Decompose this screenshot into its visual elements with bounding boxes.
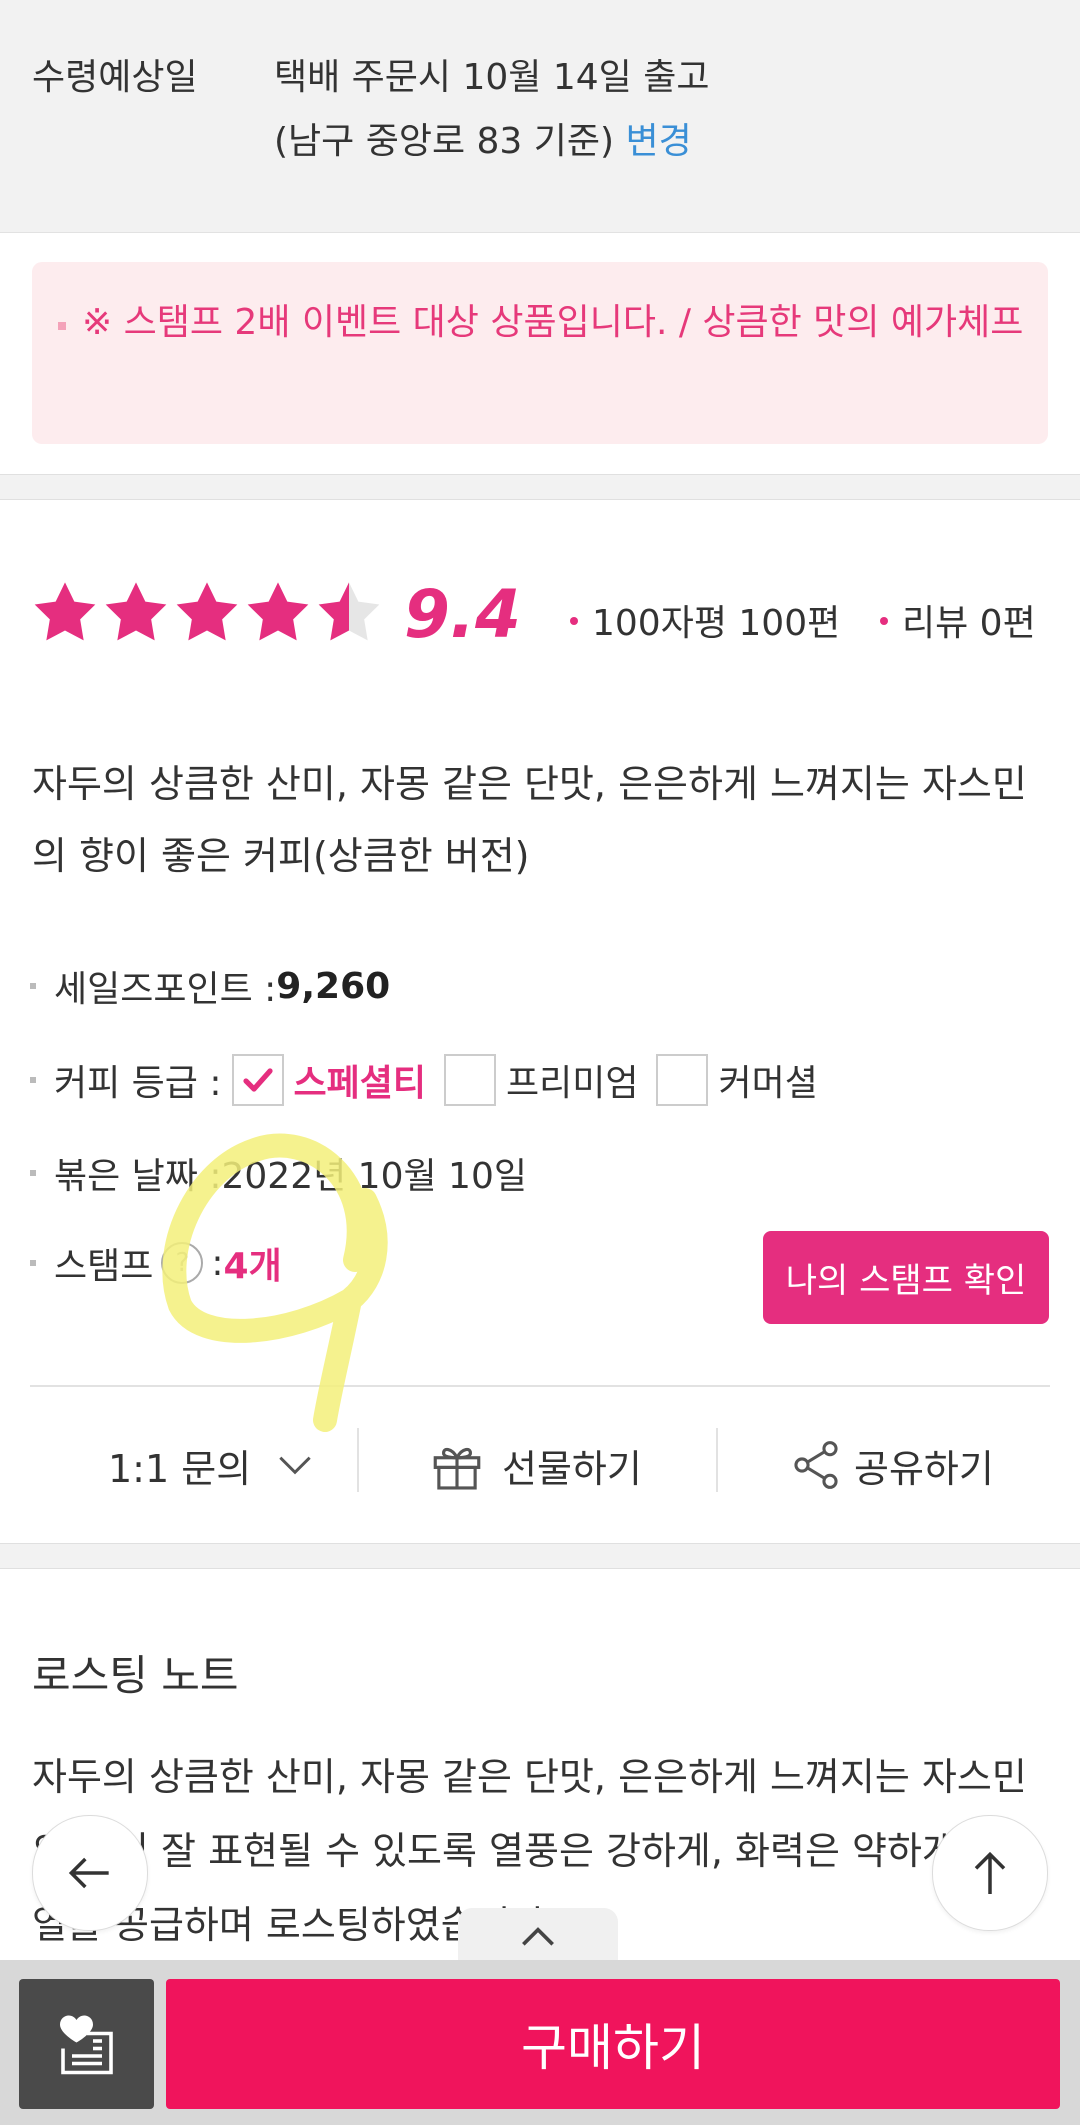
arrow-left-icon (68, 1857, 109, 1889)
share-label: 공유하기 (854, 1446, 994, 1491)
back-button[interactable] (32, 1815, 148, 1931)
bullet (30, 1077, 36, 1083)
roasting-note-title: 로스팅 노트 (32, 1651, 239, 1700)
stamp-value: 4개 (223, 1246, 282, 1287)
roast-date-label: 볶은 날짜 : (54, 1156, 222, 1197)
inquiry-label: 1:1 문의 (108, 1446, 252, 1491)
section-separator (0, 474, 1080, 500)
coffee-grade-row: 커피 등급 : 스페셜티 프리미엄 커머셜 (30, 1050, 818, 1110)
check-icon (242, 1068, 273, 1092)
star-icon (247, 582, 309, 641)
review-label: 리뷰 0편 (902, 603, 1036, 644)
bullet (58, 322, 66, 330)
buy-button[interactable]: 구매하기 (166, 1979, 1060, 2109)
share-button[interactable]: 공유하기 (788, 1420, 994, 1510)
star-icon (105, 582, 167, 641)
change-address-link[interactable]: 변경 (626, 121, 692, 162)
grade-specialty-label: 스페셜티 (293, 1063, 426, 1104)
share-icon (794, 1441, 838, 1489)
action-separator (357, 1428, 359, 1492)
bullet (30, 1260, 36, 1266)
event-notice: ※ 스탬프 2배 이벤트 대상 상품입니다. / 상큼한 맛의 예가체프 (32, 262, 1048, 444)
rating-stars (30, 578, 385, 652)
star-icon (34, 582, 96, 641)
action-bar: 1:1 문의 선물하기 공유하기 (0, 1420, 1080, 1510)
delivery-date: 택배 주문시 10월 14일 출고 (274, 57, 710, 98)
delivery-address-line: (남구 중앙로 83 기준) 변경 (274, 112, 692, 164)
delivery-section: 수령예상일 택배 주문시 10월 14일 출고 (남구 중앙로 83 기준) 변… (0, 0, 1080, 233)
action-separator (716, 1428, 718, 1492)
my-stamp-button[interactable]: 나의 스탬프 확인 (763, 1231, 1049, 1324)
wishlist-button[interactable] (19, 1979, 154, 2109)
expand-handle[interactable] (458, 1908, 618, 1966)
bullet (880, 617, 888, 625)
delivery-address: (남구 중앙로 83 기준) (274, 121, 615, 162)
bullet (30, 1170, 36, 1176)
roast-date-row: 볶은 날짜 : 2022년 10월 10일 (30, 1143, 527, 1203)
scroll-top-button[interactable] (932, 1815, 1048, 1931)
help-icon[interactable]: ? (161, 1242, 204, 1284)
section-separator (0, 1543, 1080, 1569)
coffee-grade-label: 커피 등급 : (54, 1063, 222, 1104)
sales-points-value: 9,260 (276, 965, 391, 1007)
sales-points-row: 세일즈포인트 : 9,260 (30, 956, 390, 1016)
star-half-icon (318, 582, 380, 641)
event-notice-text: ※ 스탬프 2배 이벤트 대상 상품입니다. / 상큼한 맛의 예가체프 (82, 302, 1024, 343)
stamp-label: 스탬프 (54, 1246, 154, 1287)
rating-score: 9.4 (404, 576, 521, 653)
premium-checkbox (443, 1054, 496, 1106)
star-icon (176, 582, 238, 641)
short-review-count[interactable]: 100자평 100편 (570, 594, 840, 646)
grade-premium-label: 프리미엄 (505, 1063, 639, 1104)
roast-date-value: 2022년 10월 10일 (221, 1156, 527, 1197)
commercial-checkbox (656, 1054, 709, 1106)
product-description: 자두의 상큼한 산미, 자몽 같은 단맛, 은은하게 느껴지는 자스민의 향이 … (32, 762, 1027, 878)
bullet (570, 617, 578, 625)
bullet (30, 983, 36, 989)
gift-label: 선물하기 (502, 1446, 642, 1491)
specialty-checkbox (231, 1054, 284, 1106)
chevron-up-icon (522, 1927, 554, 1946)
sales-points-label: 세일즈포인트 : (54, 969, 277, 1010)
chevron-down-icon (279, 1456, 311, 1475)
grade-commercial-label: 커머셜 (718, 1063, 818, 1104)
wishlist-icon (59, 2015, 113, 2075)
stamp-row: 스탬프 ? : 4개 (30, 1233, 282, 1293)
arrow-up-icon (974, 1851, 1006, 1894)
inquiry-button[interactable]: 1:1 문의 (108, 1420, 317, 1510)
review-count[interactable]: 리뷰 0편 (880, 594, 1036, 646)
short-review-label: 100자평 100편 (592, 603, 841, 644)
gift-icon (433, 1447, 481, 1490)
gift-button[interactable]: 선물하기 (428, 1420, 642, 1510)
stamp-separator: : (211, 1242, 224, 1284)
delivery-label: 수령예상일 (32, 57, 198, 98)
divider (30, 1385, 1050, 1387)
